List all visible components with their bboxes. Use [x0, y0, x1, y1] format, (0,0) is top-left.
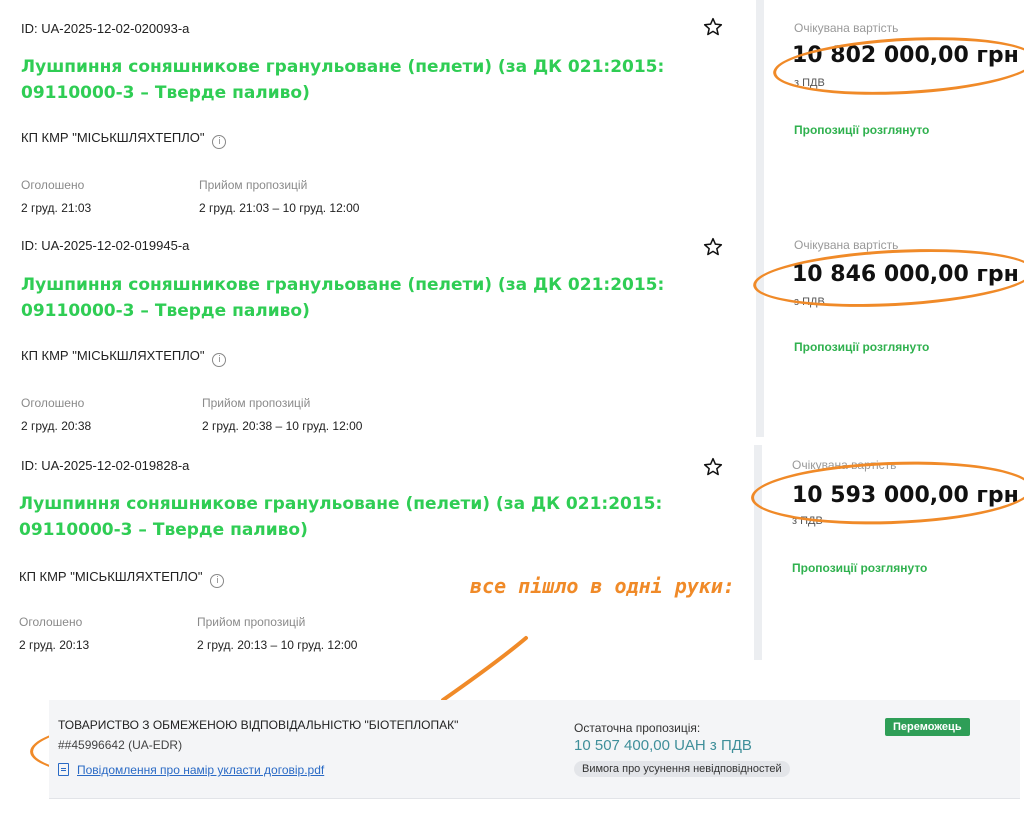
winner-panel: ТОВАРИСТВО З ОБМЕЖЕНОЮ ВІДПОВІДАЛЬНІСТЮ … — [49, 700, 1020, 799]
document-icon — [58, 763, 69, 776]
final-offer-value: 10 507 400,00 UAH з ПДВ — [574, 737, 752, 754]
winner-code: ##45996642 (UA-EDR) — [58, 738, 183, 752]
document-link-text: Повідомлення про намір укласти договір.p… — [77, 763, 325, 777]
winner-badge: Переможець — [885, 718, 970, 736]
final-offer-label: Остаточна пропозиція: — [574, 721, 701, 735]
winner-company: ТОВАРИСТВО З ОБМЕЖЕНОЮ ВІДПОВІДАЛЬНІСТЮ … — [58, 718, 459, 732]
document-link[interactable]: Повідомлення про намір укласти договір.p… — [58, 763, 324, 777]
claim-badge[interactable]: Вимога про усунення невідповідностей — [574, 761, 790, 777]
